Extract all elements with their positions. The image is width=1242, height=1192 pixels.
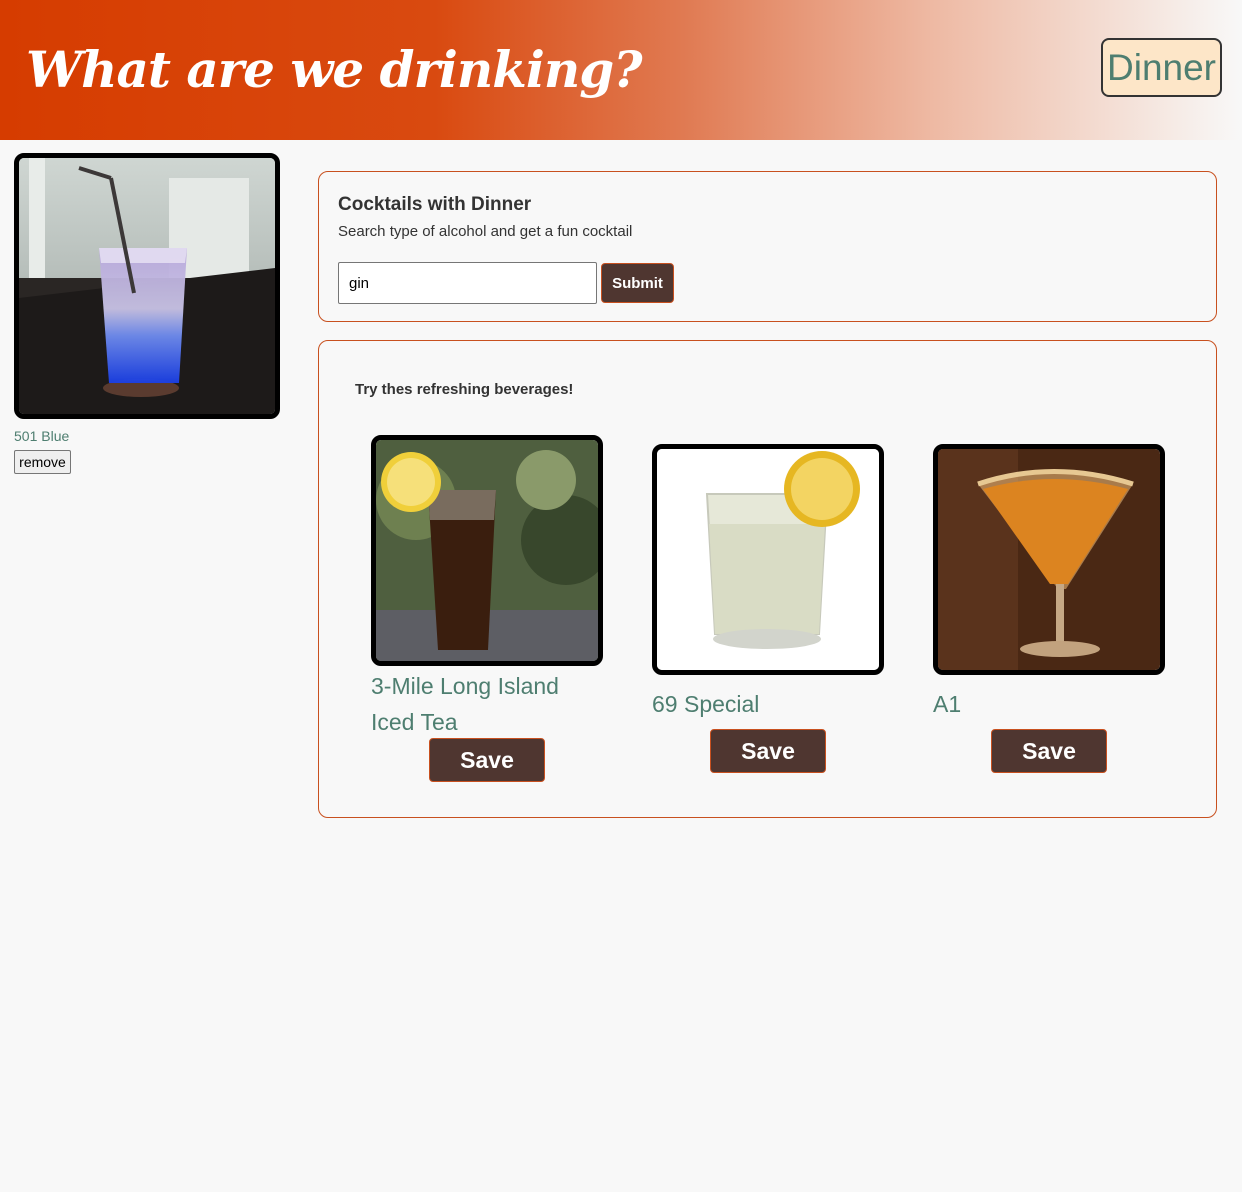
search-subtitle: Search type of alcohol and get a fun coc… (338, 223, 633, 240)
drink-image (371, 435, 603, 666)
drink-name: 69 Special (652, 691, 760, 717)
save-button[interactable]: Save (429, 738, 545, 782)
drink-image (933, 444, 1165, 675)
meal-type-button[interactable]: Dinner (1101, 38, 1222, 97)
search-input[interactable] (338, 262, 597, 304)
results-heading: Try thes refreshing beverages! (355, 381, 574, 398)
saved-drink-name: 501 Blue (14, 428, 70, 444)
remove-button[interactable]: remove (14, 450, 71, 474)
drink-name: 3-Mile Long Island Iced Tea (371, 673, 559, 735)
search-card: Cocktails with Dinner Search type of alc… (318, 171, 1217, 322)
search-title: Cocktails with Dinner (338, 194, 532, 215)
drink-image (652, 444, 884, 675)
saved-drink-image (14, 153, 280, 419)
site-title: What are we drinking? (26, 40, 643, 99)
drink-name: A1 (933, 691, 962, 717)
submit-button[interactable]: Submit (601, 263, 674, 303)
results-card: Try thes refreshing beverages! 3-Mile Lo… (318, 340, 1217, 818)
save-button[interactable]: Save (710, 729, 826, 773)
save-button[interactable]: Save (991, 729, 1107, 773)
header-banner: What are we drinking? Dinner (0, 0, 1242, 140)
